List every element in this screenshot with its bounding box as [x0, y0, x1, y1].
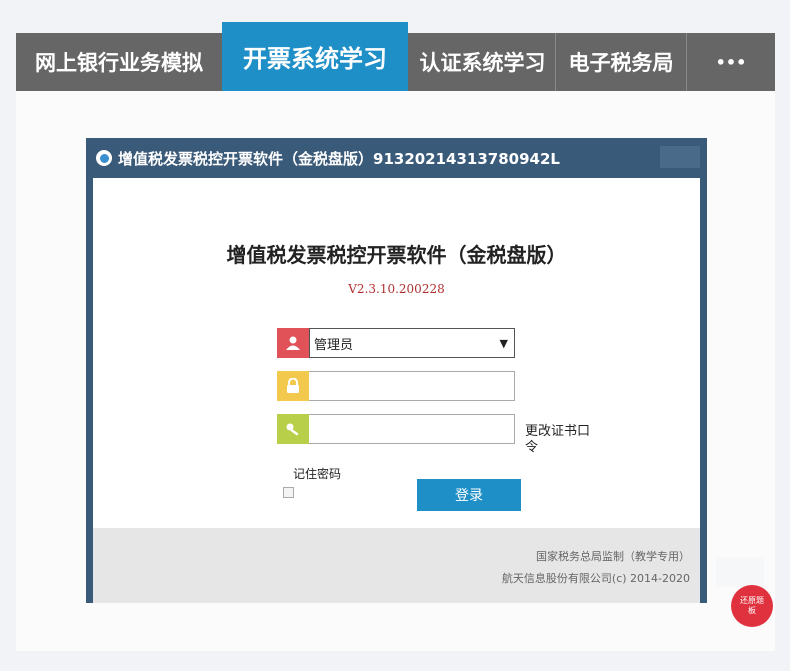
footer-copyright: 航天信息股份有限公司(c) 2014-2020	[501, 572, 690, 585]
login-button[interactable]: 登录	[417, 479, 521, 511]
password-row	[277, 371, 515, 401]
tab-label: 认证系统学习	[419, 51, 546, 75]
user-icon	[277, 328, 309, 358]
tab-certification-system[interactable]: 认证系统学习	[410, 33, 555, 91]
key-icon	[277, 414, 309, 444]
tab-e-tax-bureau[interactable]: 电子税务局	[556, 33, 686, 91]
window-title: 增值税发票税控开票软件（金税盘版）91320214313780942L	[118, 149, 560, 168]
dropdown-arrow-icon: ▼	[499, 336, 508, 350]
tab-label: 电子税务局	[568, 51, 674, 75]
tab-online-banking[interactable]: 网上银行业务模拟	[16, 33, 222, 91]
login-body: 增值税发票税控开票软件（金税盘版） V2.3.10.200228 管理员 ▼ 更…	[93, 178, 700, 528]
restore-board-button[interactable]: 还原题板	[731, 585, 773, 627]
user-row: 管理员 ▼	[277, 328, 515, 358]
more-icon: •••	[715, 52, 747, 72]
tab-label: 网上银行业务模拟	[35, 51, 203, 75]
remember-password-checkbox[interactable]	[283, 487, 294, 498]
top-nav: 网上银行业务模拟 开票系统学习 认证系统学习 电子税务局 •••	[16, 22, 775, 91]
user-select[interactable]: 管理员 ▼	[309, 328, 515, 358]
window-footer: 国家税务总局监制（教学专用） 航天信息股份有限公司(c) 2014-2020	[93, 528, 700, 603]
user-select-value: 管理员	[314, 337, 354, 353]
cert-row	[277, 414, 515, 444]
window-titlebar[interactable]: 增值税发票税控开票软件（金税盘版）91320214313780942L	[86, 138, 707, 178]
tab-invoicing-system[interactable]: 开票系统学习	[222, 22, 408, 91]
remember-password-label: 记住密码	[293, 467, 342, 481]
cert-password-input[interactable]	[309, 414, 515, 444]
tab-more[interactable]: •••	[687, 33, 775, 91]
change-cert-password-link[interactable]: 更改证书口令	[525, 424, 601, 456]
tab-label: 开票系统学习	[243, 45, 387, 73]
footer-supervisor: 国家税务总局监制（教学专用）	[536, 550, 690, 563]
side-panel	[716, 557, 764, 587]
login-window: 增值税发票税控开票软件（金税盘版）91320214313780942L 增值税发…	[86, 138, 707, 603]
window-control-button[interactable]	[660, 146, 700, 168]
app-heading: 增值税发票税控开票软件（金税盘版）	[226, 243, 567, 267]
password-input[interactable]	[309, 371, 515, 401]
version-label: V2.3.10.200228	[348, 282, 445, 296]
app-logo-icon	[96, 150, 112, 166]
lock-icon	[277, 371, 309, 401]
